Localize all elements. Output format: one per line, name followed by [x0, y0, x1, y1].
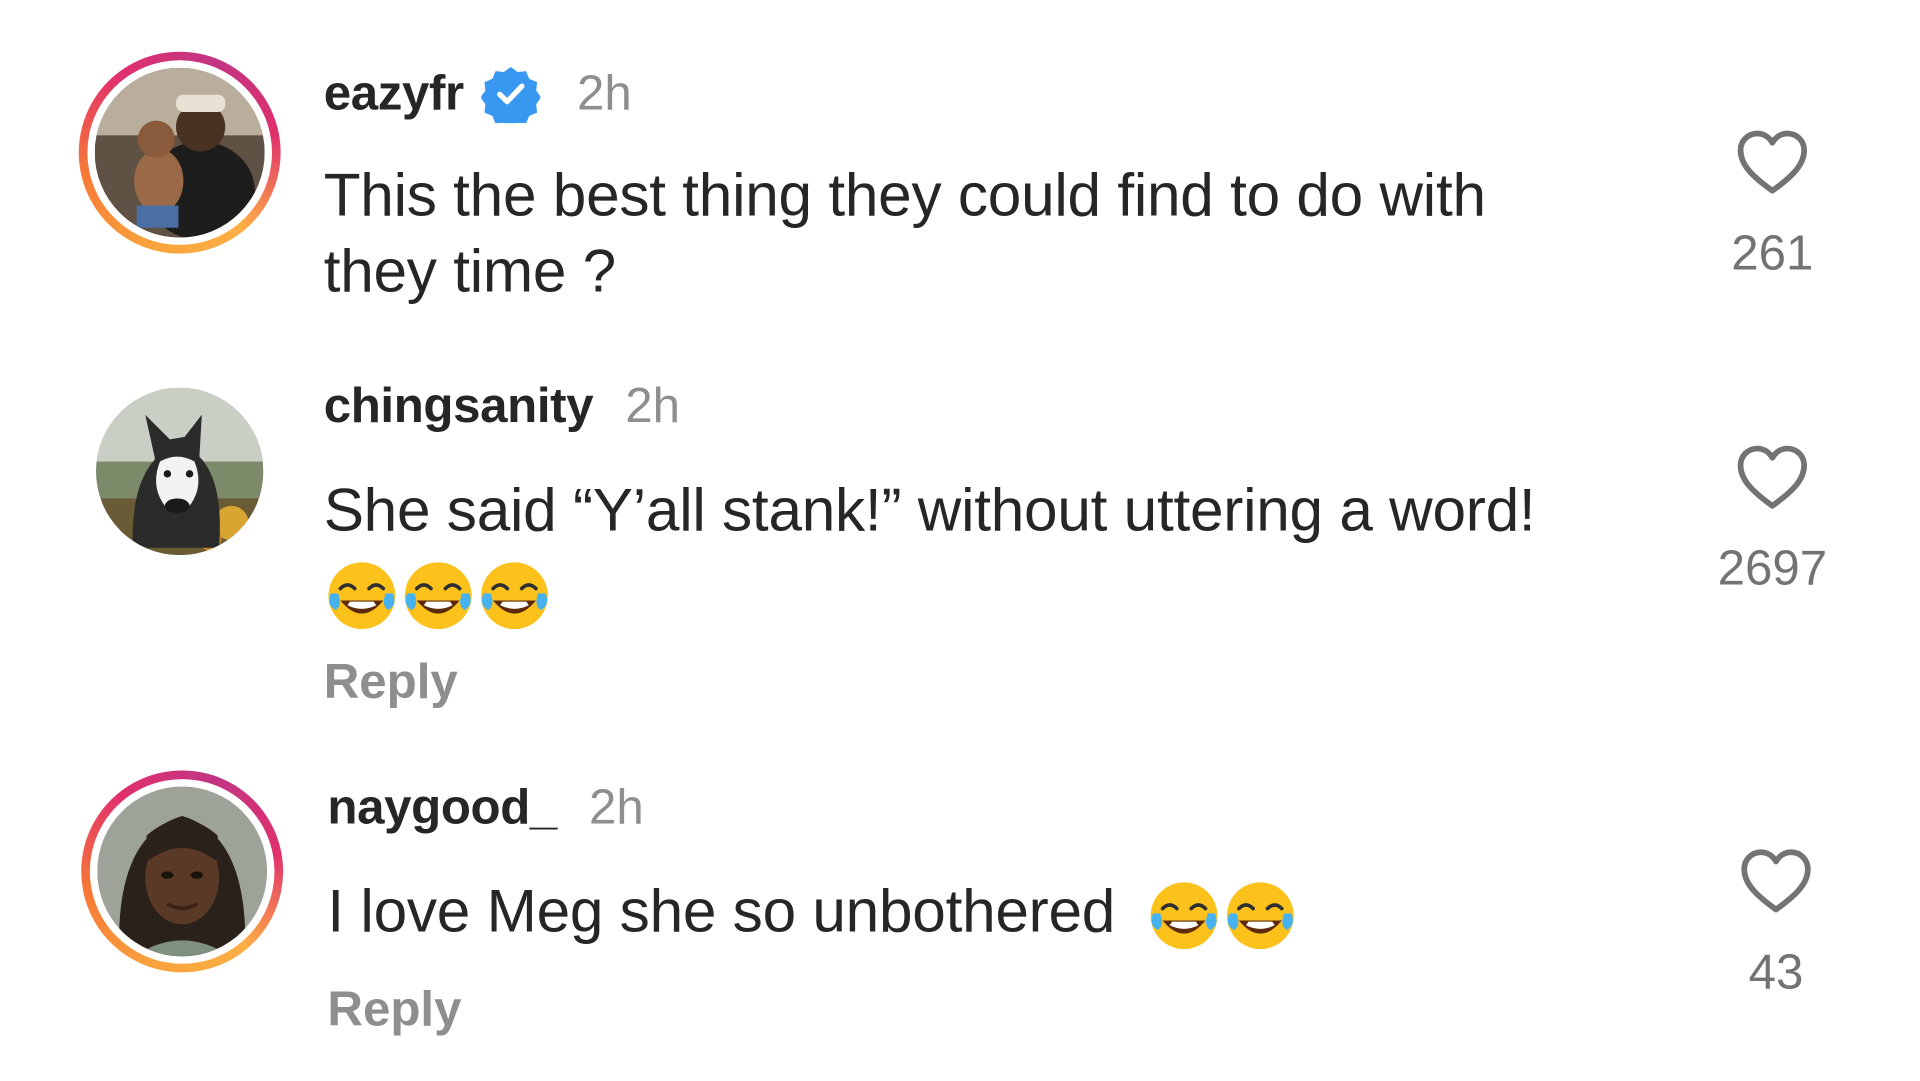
like-column: 2697: [1699, 441, 1847, 597]
comments-section: eazyfr 2h This the best thing they could…: [0, 0, 1920, 1081]
emoji-row: [324, 554, 1678, 634]
face-with-tears-of-joy-emoji: [404, 562, 472, 630]
avatar[interactable]: [96, 387, 264, 556]
comment-item: eazyfr 2h This the best thing they could…: [0, 0, 1920, 357]
like-column: 43: [1702, 844, 1850, 1000]
heart-outline-icon[interactable]: [1734, 126, 1810, 202]
like-count: 261: [1731, 226, 1814, 281]
like-count: 43: [1748, 945, 1804, 1000]
like-count: 2697: [1717, 541, 1828, 596]
face-with-tears-of-joy-emoji: [328, 562, 396, 630]
comment-text-line: I love Meg she so unbothered: [327, 878, 1116, 946]
username[interactable]: naygood_: [327, 780, 557, 835]
reply-button[interactable]: Reply: [327, 982, 461, 1037]
reply-button[interactable]: Reply: [324, 655, 458, 710]
face-with-tears-of-joy-emoji: [481, 562, 548, 630]
comment-text: I love Meg she so unbothered: [327, 874, 1681, 954]
heart-outline-icon[interactable]: [1738, 844, 1814, 920]
avatar: [97, 786, 268, 957]
comment-header: chingsanity 2h: [324, 379, 680, 434]
username[interactable]: chingsanity: [324, 379, 594, 434]
face-with-tears-of-joy-emoji: [1227, 882, 1295, 950]
comment-header: naygood_ 2h: [327, 780, 643, 835]
verified-badge-icon: [481, 66, 541, 124]
timestamp: 2h: [577, 65, 632, 121]
timestamp: 2h: [625, 379, 680, 434]
avatar-story-ring[interactable]: [78, 51, 281, 254]
avatar-story-ring[interactable]: [81, 770, 284, 973]
avatar: [94, 67, 265, 238]
like-column: 261: [1699, 126, 1847, 282]
comment-item: naygood_ 2h I love Meg she so unbothered…: [0, 738, 1920, 1080]
username[interactable]: eazyfr: [324, 66, 464, 121]
comment-header: eazyfr 2h: [324, 64, 632, 124]
comment-text-line: She said “Y’all stank!” without uttering…: [323, 477, 1536, 545]
heart-outline-icon[interactable]: [1734, 441, 1810, 517]
comment-item: chingsanity 2h She said “Y’all stank!” w…: [0, 357, 1920, 739]
comment-text: This the best thing they could find to d…: [324, 158, 1678, 311]
timestamp: 2h: [588, 780, 644, 835]
comment-text-line: they time ?: [323, 238, 617, 306]
comment-text-line: This the best thing they could find to d…: [323, 162, 1486, 229]
face-with-tears-of-joy-emoji: [1151, 882, 1218, 950]
comment-text: She said “Y’all stank!” without uttering…: [324, 473, 1678, 634]
